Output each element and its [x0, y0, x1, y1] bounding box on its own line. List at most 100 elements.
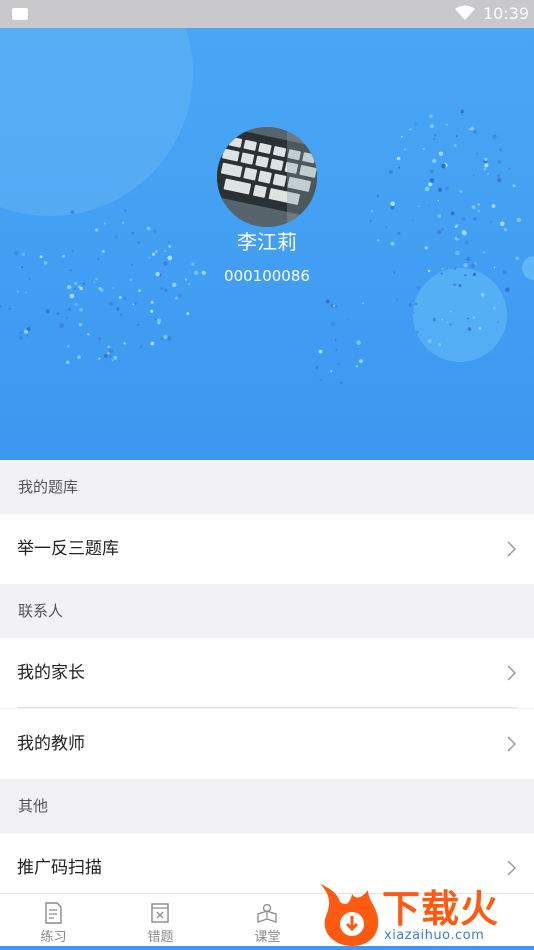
particle-dot [441, 164, 446, 169]
particle-dot [109, 355, 112, 358]
particle-dot [107, 352, 109, 354]
particle-dot [479, 327, 482, 330]
particle-dot [167, 256, 172, 261]
menu-item-my-parents[interactable]: 我的家长 [0, 638, 534, 708]
particle-dot [437, 214, 441, 218]
tab-classroom[interactable]: 课堂 [214, 894, 321, 950]
flame-logo-icon [312, 876, 384, 949]
particle-dot [124, 297, 126, 299]
particle-dot [331, 321, 336, 326]
particle-dot [191, 263, 194, 266]
particle-dot [359, 359, 363, 363]
particle-dot [163, 261, 167, 265]
particle-dot [474, 262, 477, 265]
particle-dot [497, 175, 500, 178]
particle-dot [66, 317, 69, 320]
particle-dot [79, 323, 82, 326]
particle-dot [112, 359, 114, 361]
particle-dot [74, 288, 76, 290]
particle-dot [122, 222, 124, 224]
particle-dot [109, 349, 113, 353]
particle-dot [487, 173, 489, 175]
particle-dot [104, 223, 106, 225]
particle-dot [497, 160, 501, 164]
particle-dot [516, 257, 519, 260]
particle-dot [104, 354, 108, 358]
particle-dot [40, 255, 43, 258]
particle-dot [70, 294, 75, 299]
particle-dot [19, 336, 23, 340]
particle-dot [390, 202, 395, 207]
particle-dot [62, 255, 65, 258]
particle-dot [24, 330, 28, 334]
particle-dot [26, 335, 28, 337]
particle-dot [108, 346, 111, 349]
particle-dot [481, 293, 485, 297]
profile-name: 李江莉 [0, 230, 534, 254]
particle-dot [315, 366, 318, 369]
menu-item-my-teachers[interactable]: 我的教师 [0, 709, 534, 779]
particle-dot [154, 318, 156, 320]
particle-dot [446, 124, 448, 126]
particle-dot [59, 323, 64, 328]
document-icon [43, 902, 63, 924]
status-bar: 10:39 [0, 0, 534, 28]
particle-dot [77, 355, 81, 359]
particle-dot [140, 345, 143, 348]
particle-dot [462, 114, 464, 116]
particle-dot [134, 302, 137, 305]
particle-dot [415, 123, 417, 125]
tab-label: 课堂 [214, 926, 321, 945]
avatar-image [217, 127, 317, 227]
wrong-question-icon [150, 902, 170, 924]
particle-dot [473, 130, 478, 135]
section-title-label: 联系人 [0, 602, 63, 620]
particle-dot [404, 149, 406, 151]
menu-item-label: 举一反三题库 [17, 514, 119, 584]
particle-dot [513, 184, 516, 187]
particle-dot [186, 312, 189, 315]
particle-dot [396, 298, 398, 300]
particle-dot [116, 307, 119, 310]
particle-dot [167, 336, 171, 340]
particle-dot [74, 303, 77, 306]
particle-dot [497, 321, 499, 323]
particle-dot [330, 370, 333, 373]
particle-dot [161, 287, 164, 290]
particle-dot [98, 358, 100, 360]
particle-dot [335, 349, 337, 351]
section-title-label: 我的题库 [0, 478, 78, 496]
particle-dot [401, 136, 403, 138]
particle-dot [44, 261, 48, 265]
particle-dot [505, 288, 510, 293]
particle-dot [430, 124, 434, 128]
particle-dot [460, 190, 463, 193]
particle-dot [79, 308, 83, 312]
particle-dot [340, 382, 342, 384]
particle-dot [164, 288, 167, 291]
particle-dot [57, 313, 60, 316]
tab-wrong-questions[interactable]: 错题 [107, 894, 214, 950]
chevron-right-icon [507, 541, 516, 557]
particle-dot [348, 319, 350, 321]
particle-dot [486, 171, 488, 173]
particle-dot [451, 211, 455, 215]
tab-practice[interactable]: 练习 [0, 894, 107, 950]
tab-label: 错题 [107, 926, 214, 945]
particle-dot [466, 257, 470, 261]
particle-dot [17, 291, 19, 293]
particle-dot [425, 187, 430, 192]
particle-dot [157, 319, 161, 323]
particle-dot [492, 204, 496, 208]
particle-dot [441, 319, 443, 321]
avatar[interactable] [217, 127, 317, 227]
particle-dot [356, 365, 358, 367]
menu-item-label: 我的家长 [17, 638, 85, 708]
particle-dot [476, 153, 478, 155]
menu-item-question-bank[interactable]: 举一反三题库 [0, 514, 534, 584]
particle-dot [133, 304, 135, 306]
particle-dot [109, 302, 114, 307]
classroom-icon [257, 902, 277, 924]
particle-dot [418, 205, 420, 207]
particle-dot [68, 308, 71, 311]
